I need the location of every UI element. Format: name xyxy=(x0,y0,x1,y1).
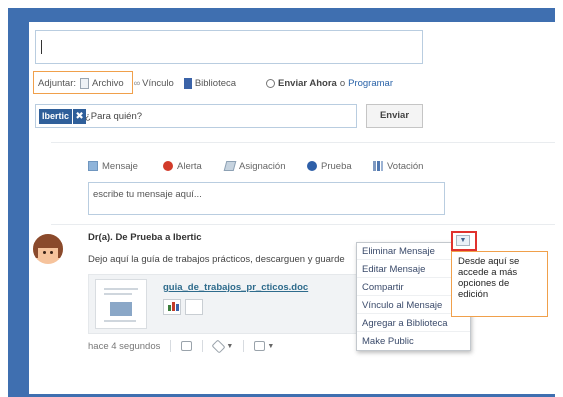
attach-label: Adjuntar: xyxy=(38,77,77,89)
poll-icon xyxy=(373,161,383,171)
tab-quiz[interactable]: Prueba xyxy=(307,160,352,172)
attachment-card: guia_de_trabajos_pr_cticos.doc xyxy=(88,274,372,334)
text-caret xyxy=(41,40,42,54)
recipient-field[interactable]: Ibertic ✖ ¿Para quién? xyxy=(35,104,357,128)
menu-item-make-public[interactable]: Make Public xyxy=(357,333,470,350)
schedule-link[interactable]: Programar xyxy=(348,78,393,89)
attach-file-button[interactable]: Archivo xyxy=(92,78,124,89)
recipient-chip: Ibertic ✖ xyxy=(39,109,87,124)
app-canvas: Adjuntar: Archivo ∞ Vínculo Biblioteca E… xyxy=(29,22,555,394)
tab-alert-label: Alerta xyxy=(177,160,202,172)
divider xyxy=(51,142,555,143)
document-thumbnail[interactable] xyxy=(95,279,147,329)
thumb-line xyxy=(104,288,138,290)
library-icon xyxy=(183,77,192,89)
attach-toolbar: Adjuntar: Archivo ∞ Vínculo Biblioteca E… xyxy=(38,77,393,89)
divider xyxy=(51,224,555,225)
reply-icon[interactable] xyxy=(181,341,193,351)
avatar-hair-left xyxy=(33,242,38,258)
thumb-line xyxy=(104,320,136,322)
or-label: o xyxy=(339,77,346,89)
send-now-button[interactable]: Enviar Ahora xyxy=(278,78,337,89)
chart-bar xyxy=(176,304,179,311)
attachment-file-link[interactable]: guia_de_trabajos_pr_cticos.doc xyxy=(163,282,308,293)
recipient-chip-label: Ibertic xyxy=(39,109,73,124)
document-icon[interactable] xyxy=(185,299,203,315)
callout-note: Desde aquí se accede a más opciones de e… xyxy=(451,251,548,317)
link-icon: ∞ xyxy=(133,78,141,88)
tab-assignment-label: Asignación xyxy=(239,160,286,172)
separator xyxy=(243,340,245,352)
thumb-line xyxy=(104,293,132,295)
chevron-down-icon[interactable]: ▼ xyxy=(226,343,233,350)
more-icon[interactable] xyxy=(254,341,266,351)
avatar-hair-right xyxy=(58,242,63,258)
message-input[interactable]: escribe tu mensaje aquí... xyxy=(88,182,445,215)
avatar xyxy=(33,234,63,264)
tab-quiz-label: Prueba xyxy=(321,160,352,172)
chart-bar xyxy=(172,302,175,311)
thumb-image xyxy=(110,302,132,316)
assignment-icon xyxy=(223,161,237,171)
chevron-down-icon[interactable]: ▼ xyxy=(267,343,274,350)
menu-item-add-library[interactable]: Agregar a Biblioteca xyxy=(357,315,470,332)
tab-alert[interactable]: Alerta xyxy=(163,160,202,172)
post-footer: hace 4 segundos ▼ ▼ xyxy=(88,338,274,354)
post-timestamp: hace 4 segundos xyxy=(88,340,161,352)
tab-message-label: Mensaje xyxy=(102,160,138,172)
alert-icon xyxy=(163,161,173,171)
screenshot-frame: Adjuntar: Archivo ∞ Vínculo Biblioteca E… xyxy=(8,8,555,397)
chart-bar xyxy=(168,305,171,311)
post-composer-input[interactable] xyxy=(35,30,423,64)
tab-assignment[interactable]: Asignación xyxy=(223,160,286,172)
tab-poll-label: Votación xyxy=(387,160,424,172)
message-placeholder: escribe tu mensaje aquí... xyxy=(93,189,202,200)
tab-message[interactable]: Mensaje xyxy=(88,160,138,172)
tab-poll[interactable]: Votación xyxy=(373,160,423,172)
post-header[interactable]: Dr(a). De Prueba a Ibertic xyxy=(88,232,202,243)
chevron-down-icon[interactable]: ▼ xyxy=(456,235,470,246)
quiz-icon xyxy=(307,161,317,171)
attach-link-button[interactable]: Vínculo xyxy=(142,78,174,89)
send-button[interactable]: Enviar xyxy=(366,104,423,128)
message-icon xyxy=(88,161,98,171)
attach-library-button[interactable]: Biblioteca xyxy=(195,78,236,89)
clock-icon xyxy=(266,78,276,88)
separator xyxy=(170,340,172,352)
tag-icon[interactable] xyxy=(211,338,226,354)
avatar-eye xyxy=(43,251,46,254)
separator xyxy=(202,340,204,352)
chart-icon[interactable] xyxy=(163,299,181,315)
file-icon xyxy=(80,77,90,89)
post-body: Dejo aquí la guía de trabajos prácticos,… xyxy=(88,254,345,265)
recipient-placeholder: ¿Para quién? xyxy=(85,111,143,122)
avatar-eye xyxy=(50,251,53,254)
